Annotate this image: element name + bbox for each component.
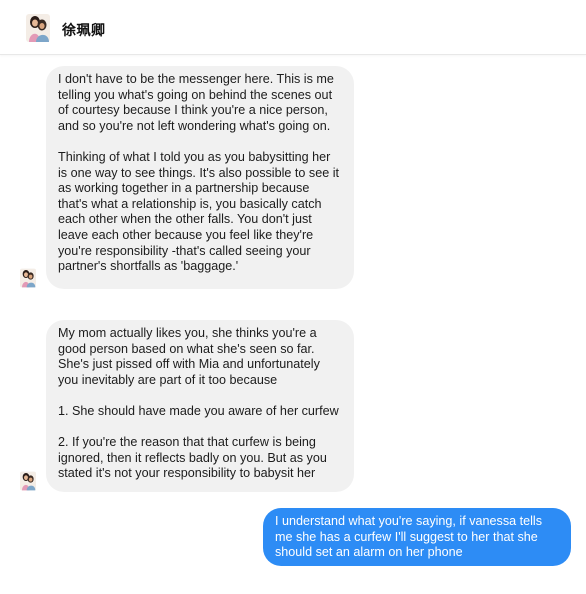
contact-avatar-icon[interactable] [20,268,36,288]
contact-avatar-icon[interactable] [26,14,50,42]
message-text: Thinking of what I told you as you babys… [58,149,340,274]
incoming-message-bubble[interactable]: I don't have to be the messenger here. T… [46,66,354,289]
incoming-message-bubble[interactable]: My mom actually likes you, she thinks yo… [46,320,354,492]
message-text: My mom actually likes you, she thinks yo… [58,326,320,387]
contact-name[interactable]: 徐珮卿 [62,20,106,40]
message-text: 2. If you're the reason that that curfew… [58,435,327,481]
conversation-header: 徐珮卿 [0,0,586,55]
message-text: I don't have to be the messenger here. T… [58,72,334,133]
message-text: 1. She should have made you aware of her… [58,403,339,418]
outgoing-message-bubble[interactable]: I understand what you're saying, if vane… [263,508,571,566]
contact-avatar-icon[interactable] [20,471,36,491]
message-text: I understand what you're saying, if vane… [275,514,543,560]
